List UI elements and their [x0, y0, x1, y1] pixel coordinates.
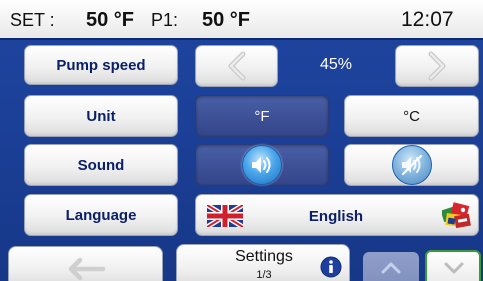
unit-button[interactable]: Unit [24, 95, 178, 137]
sound-on-option[interactable] [195, 144, 329, 186]
chevron-right-icon [428, 51, 446, 81]
pump-speed-value: 45% [319, 56, 353, 73]
set-temperature: 50 °F [86, 9, 135, 31]
fahrenheit-label: °F [254, 107, 270, 125]
scroll-up-button[interactable] [363, 252, 419, 281]
increase-pump-speed-button[interactable] [395, 45, 479, 87]
scroll-down-button[interactable] [425, 250, 481, 281]
uk-flag-icon [207, 205, 243, 227]
unit-label: Unit [86, 107, 116, 125]
status-bar: SET : 50 °F P1: 50 °F 12:07 [0, 0, 483, 40]
sound-off-option[interactable] [344, 144, 479, 186]
settings-screen: SET : 50 °F P1: 50 °F 12:07 Pump speed 4… [0, 0, 483, 281]
back-arrow-icon [68, 257, 106, 281]
pump-speed-label: Pump speed [56, 56, 146, 74]
unit-celsius-option[interactable]: °C [344, 95, 479, 137]
world-flags-icon [442, 202, 471, 229]
language-value: English [308, 207, 364, 225]
pump-speed-button[interactable]: Pump speed [24, 45, 178, 85]
chevron-up-icon [381, 262, 401, 274]
language-button[interactable]: Language [24, 194, 178, 236]
p1-label: P1: [151, 10, 179, 30]
unit-fahrenheit-option[interactable]: °F [195, 95, 329, 137]
set-label: SET : [10, 10, 55, 30]
speaker-muted-icon [391, 145, 432, 185]
language-selector[interactable]: English [195, 194, 479, 236]
clock-time: 12:07 [401, 8, 454, 31]
info-icon[interactable] [320, 256, 342, 278]
decrease-pump-speed-button[interactable] [195, 45, 278, 87]
settings-page-indicator: Settings 1/3 [176, 244, 350, 281]
chevron-down-icon [444, 262, 464, 274]
language-label: Language [65, 206, 137, 224]
sound-button[interactable]: Sound [24, 144, 178, 186]
celsius-label: °C [403, 107, 420, 125]
speaker-on-icon [242, 145, 282, 185]
chevron-left-icon [228, 51, 245, 81]
sound-label: Sound [77, 156, 125, 174]
back-button[interactable] [8, 246, 163, 281]
p1-temperature: 50 °F [202, 9, 251, 31]
